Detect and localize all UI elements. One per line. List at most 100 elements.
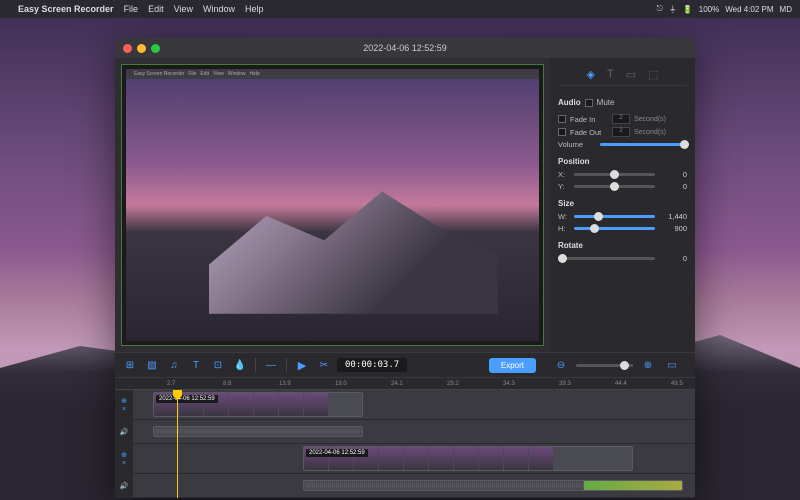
volume-slider[interactable] (600, 143, 687, 146)
minus-icon[interactable]: — (262, 356, 280, 374)
audio-clip-1[interactable] (153, 426, 363, 437)
timeline: 2.7 8.8 13.9 19.0 24.1 29.2 34.3 39.3 44… (115, 378, 695, 498)
control-center-icon[interactable]: ⎋ (656, 4, 662, 14)
fit-icon[interactable]: ▭ (663, 356, 681, 374)
menu-file[interactable]: File (124, 4, 139, 14)
tracks-area[interactable]: ⊕× 2022-04-06 12:52:59 🔊 ⊕× 2022-04- (115, 390, 695, 498)
rotate-value: 0 (659, 254, 687, 263)
editor-window: 2022-04-06 12:52:59 Easy Screen Recorder… (115, 38, 695, 498)
clock[interactable]: Wed 4:02 PM (725, 5, 773, 14)
user-initials[interactable]: MD (780, 5, 792, 14)
lock-icon[interactable]: ⊕ (121, 451, 127, 459)
mute-label: Mute (597, 98, 615, 107)
separator (286, 358, 287, 372)
rotate-label: Rotate (558, 241, 687, 250)
battery-icon[interactable]: 🔋 (683, 5, 693, 14)
x-label: X: (558, 170, 570, 179)
playhead[interactable] (177, 390, 178, 498)
minimize-button[interactable] (137, 44, 146, 53)
menu-window[interactable]: Window (203, 4, 235, 14)
ruler-mark: 19.0 (335, 381, 347, 387)
zoom-out-icon[interactable]: ⊖ (552, 356, 570, 374)
battery-percent: 100% (699, 5, 719, 14)
time-display: 00:00:03.7 (337, 358, 407, 372)
close-track-icon[interactable]: × (122, 460, 126, 467)
h-slider[interactable] (574, 227, 655, 230)
w-slider[interactable] (574, 215, 655, 218)
text-icon[interactable]: T (187, 356, 205, 374)
fadein-unit: Second(s) (634, 116, 666, 123)
y-label: Y: (558, 182, 570, 191)
image-icon[interactable]: ▧ (143, 356, 161, 374)
recorded-menubar: Easy Screen RecorderFileEditViewWindowHe… (126, 69, 539, 79)
play-button[interactable]: ▶ (293, 356, 311, 374)
properties-panel: ◈ T ▭ ⬚ Audio Mute Fade In 2 Second(s) (550, 58, 695, 352)
fadein-input[interactable]: 2 (612, 114, 630, 124)
speaker-icon[interactable]: 🔊 (120, 428, 129, 436)
position-label: Position (558, 157, 687, 166)
video-clip-1[interactable]: 2022-04-06 12:52:59 (153, 392, 363, 417)
video-track-1[interactable]: ⊕× 2022-04-06 12:52:59 (115, 390, 695, 420)
separator (255, 358, 256, 372)
ruler-mark: 39.3 (559, 381, 571, 387)
ruler[interactable]: 2.7 8.8 13.9 19.0 24.1 29.2 34.3 39.3 44… (115, 378, 695, 390)
toolbar: ⊞ ▧ ♫ T ⊡ 💧 — ▶ ✂ 00:00:03.7 Export ⊖ ⊕ … (115, 352, 695, 378)
ruler-mark: 8.8 (223, 381, 231, 387)
clip-label: 2022-04-06 12:52:59 (156, 395, 218, 403)
ruler-mark: 2.7 (167, 381, 175, 387)
fadein-checkbox[interactable] (558, 115, 566, 123)
mute-checkbox[interactable] (585, 99, 593, 107)
close-track-icon[interactable]: × (122, 406, 126, 413)
macos-menubar: Easy Screen Recorder File Edit View Wind… (0, 0, 800, 18)
rotate-slider[interactable] (558, 257, 655, 260)
export-button[interactable]: Export (489, 358, 536, 373)
menu-view[interactable]: View (174, 4, 193, 14)
zoom-in-icon[interactable]: ⊕ (639, 356, 657, 374)
menu-edit[interactable]: Edit (148, 4, 164, 14)
w-value: 1,440 (659, 212, 687, 221)
ruler-mark: 34.3 (503, 381, 515, 387)
h-value: 900 (659, 224, 687, 233)
drop-icon[interactable]: 💧 (231, 356, 249, 374)
fadeout-label: Fade Out (570, 128, 608, 137)
titlebar[interactable]: 2022-04-06 12:52:59 (115, 38, 695, 58)
close-button[interactable] (123, 44, 132, 53)
tab-effects-icon[interactable]: ⬚ (648, 68, 658, 81)
tab-crop-icon[interactable]: ▭ (626, 68, 636, 81)
video-clip-2[interactable]: 2022-04-06 12:52:59 (303, 446, 633, 471)
lock-icon[interactable]: ⊕ (121, 397, 127, 405)
wifi-icon[interactable]: ⏚ (669, 4, 677, 15)
audio-label: Audio (558, 98, 581, 107)
y-value: 0 (659, 182, 687, 191)
panel-tabs: ◈ T ▭ ⬚ (558, 64, 687, 86)
fadeout-input[interactable]: 2 (612, 127, 630, 137)
fadeout-checkbox[interactable] (558, 128, 566, 136)
ruler-mark: 13.9 (279, 381, 291, 387)
ruler-mark: 29.2 (447, 381, 459, 387)
y-slider[interactable] (574, 185, 655, 188)
audio-track-2[interactable]: 🔊 (115, 474, 695, 498)
maximize-button[interactable] (151, 44, 160, 53)
zoom-slider[interactable] (576, 364, 633, 367)
menu-help[interactable]: Help (245, 4, 264, 14)
window-title: 2022-04-06 12:52:59 (363, 43, 447, 53)
audio-track-1[interactable]: 🔊 (115, 420, 695, 444)
clip-label: 2022-04-06 12:52:59 (306, 449, 368, 457)
music-icon[interactable]: ♫ (165, 356, 183, 374)
preview-frame: Easy Screen RecorderFileEditViewWindowHe… (126, 69, 539, 341)
x-slider[interactable] (574, 173, 655, 176)
preview-canvas[interactable]: Easy Screen RecorderFileEditViewWindowHe… (121, 64, 544, 346)
speaker-icon[interactable]: 🔊 (120, 482, 129, 490)
cut-icon[interactable]: ✂ (315, 356, 333, 374)
video-track-2[interactable]: ⊕× 2022-04-06 12:52:59 (115, 444, 695, 474)
audio-clip-3[interactable] (583, 480, 683, 491)
size-label: Size (558, 199, 687, 208)
record-icon[interactable]: ⊡ (209, 356, 227, 374)
tab-transform-icon[interactable]: ◈ (586, 68, 594, 81)
fadein-label: Fade In (570, 115, 608, 124)
h-label: H: (558, 224, 570, 233)
tab-text-icon[interactable]: T (607, 68, 614, 81)
x-value: 0 (659, 170, 687, 179)
media-icon[interactable]: ⊞ (121, 356, 139, 374)
ruler-mark: 44.4 (615, 381, 627, 387)
